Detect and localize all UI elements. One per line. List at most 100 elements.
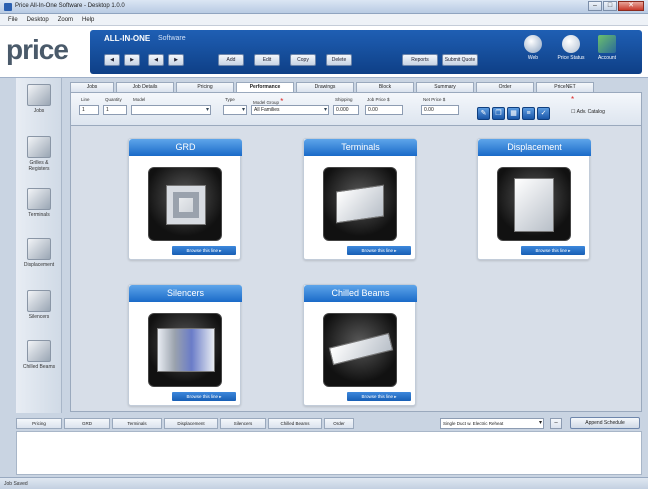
status-text: Job Saved [4, 481, 28, 487]
maximize-button[interactable]: □ [603, 1, 617, 11]
job-price-field[interactable]: 0.00 [365, 105, 403, 115]
bottom-tab-chilled-beams[interactable]: Chilled Beams [268, 418, 322, 429]
bottom-tab-displacement[interactable]: Displacement [164, 418, 218, 429]
sidebar-item-displacement[interactable]: Displacement [20, 238, 58, 268]
displacement-icon [27, 238, 51, 260]
tab-pricing[interactable]: Pricing [176, 82, 234, 92]
edit-button[interactable]: Edit [254, 54, 280, 66]
menu-bar: File Desktop Zoom Help [0, 14, 648, 26]
tab-jobs[interactable]: Jobs [70, 82, 114, 92]
terminal-unit-icon [323, 167, 397, 241]
schedule-panel [16, 431, 642, 475]
terminals-icon [27, 188, 51, 210]
type-select[interactable] [223, 105, 247, 115]
grilles-icon [27, 136, 51, 158]
status-bar: Job Saved [0, 477, 648, 489]
bottom-tab-order[interactable]: Order [324, 418, 354, 429]
menu-file[interactable]: File [8, 14, 18, 25]
price-status-icon [562, 35, 580, 53]
browse-chilled-beams-button[interactable]: Browse this line ▸ [347, 392, 411, 401]
model-label: Model [133, 97, 146, 102]
reports-button[interactable]: Reports [402, 54, 438, 66]
card-silencers[interactable]: Silencers Browse this line ▸ [128, 284, 242, 406]
silencer-icon [148, 313, 222, 387]
product-name: ALL-IN-ONE [104, 34, 151, 43]
sidebar-item-grilles[interactable]: Grilles & Registers [20, 136, 58, 172]
sidebar-item-chilled-beams[interactable]: Chilled Beams [20, 340, 58, 370]
quantity-label: Quantity [105, 97, 122, 102]
tool-button-5[interactable]: ✓ [537, 107, 550, 120]
adv-catalog-checkbox[interactable]: ☐ Adv. Catalog [571, 109, 605, 115]
grid-icon: ▦ [510, 110, 517, 117]
minimize-button[interactable]: – [588, 1, 602, 11]
tab-order[interactable]: Order [476, 82, 534, 92]
tab-drawings[interactable]: Drawings [296, 82, 354, 92]
minus-button[interactable]: – [550, 418, 562, 429]
bottom-tab-silencers[interactable]: Silencers [220, 418, 266, 429]
tab-performance[interactable]: Performance [236, 82, 294, 92]
window-title: Price All-In-One Software - Desktop 1.0.… [15, 3, 125, 9]
account-button[interactable]: Account [592, 35, 622, 61]
model-select[interactable] [131, 105, 211, 115]
card-chilled-beams[interactable]: Chilled Beams Browse this line ▸ [303, 284, 417, 406]
next-record-button[interactable]: ▶ [124, 54, 140, 66]
price-logo: price [6, 34, 69, 65]
brand-bar: price ALL-IN-ONE Software ◀ ▶ ◀ ▶ Add Ed… [0, 26, 648, 78]
net-price-label: Net Price $ [423, 97, 446, 102]
sidebar-item-jobs[interactable]: Jobs [20, 84, 58, 114]
sidebar-item-silencers[interactable]: Silencers [20, 290, 58, 320]
shipping-field[interactable]: 0.000 [333, 105, 359, 115]
sidebar-item-terminals[interactable]: Terminals [20, 188, 58, 218]
prev-button[interactable]: ◀ [148, 54, 164, 66]
price-status-button[interactable]: Price Status [556, 35, 586, 61]
quantity-field[interactable]: 1 [103, 105, 127, 115]
menu-zoom[interactable]: Zoom [58, 14, 73, 25]
menu-desktop[interactable]: Desktop [27, 14, 49, 25]
card-displacement[interactable]: Displacement Browse this line ▸ [477, 138, 591, 260]
copy-icon: ❐ [495, 110, 502, 117]
web-icon [524, 35, 542, 53]
net-price-field[interactable]: 0.00 [421, 105, 459, 115]
card-title: Displacement [478, 139, 591, 156]
tab-block[interactable]: Block [356, 82, 414, 92]
pencil-icon: ✎ [480, 110, 487, 117]
tab-pricenet[interactable]: PriceNET [536, 82, 594, 92]
browse-grd-button[interactable]: Browse this line ▸ [172, 246, 236, 255]
chilled-beams-icon [27, 340, 51, 362]
web-button[interactable]: Web [518, 35, 548, 61]
copy-button[interactable]: Copy [290, 54, 316, 66]
tab-summary[interactable]: Summary [416, 82, 474, 92]
append-schedule-button[interactable]: Append Schedule [570, 417, 640, 429]
tool-button-4[interactable]: ≡ [522, 107, 535, 120]
submit-quote-button[interactable]: Submit Quote [442, 54, 478, 66]
tab-job-details[interactable]: Job Details [116, 82, 174, 92]
close-button[interactable]: ✕ [618, 1, 644, 11]
browse-displacement-button[interactable]: Browse this line ▸ [521, 246, 585, 255]
list-icon: ≡ [526, 110, 531, 117]
add-button[interactable]: Add [218, 54, 244, 66]
tool-button-3[interactable]: ▦ [507, 107, 520, 120]
card-title: Chilled Beams [304, 285, 417, 302]
bottom-tab-terminals[interactable]: Terminals [112, 418, 162, 429]
browse-silencers-button[interactable]: Browse this line ▸ [172, 392, 236, 401]
browse-terminals-button[interactable]: Browse this line ▸ [347, 246, 411, 255]
bottom-tab-pricing[interactable]: Pricing [16, 418, 62, 429]
pencil-button[interactable]: ✎ [477, 107, 490, 120]
tool-button-2[interactable]: ❐ [492, 107, 505, 120]
card-terminals[interactable]: Terminals Browse this line ▸ [303, 138, 417, 260]
model-group-select[interactable]: All Families [251, 105, 329, 115]
menu-help[interactable]: Help [82, 14, 94, 25]
shipping-label: Shipping [335, 97, 353, 102]
line-field[interactable]: 1 [79, 105, 99, 115]
bottom-tabs: Pricing GRD Terminals Displacement Silen… [16, 418, 642, 430]
schedule-type-select[interactable]: Single Duct w. Electric Reheat [440, 418, 544, 429]
product-subtitle: Software [158, 35, 186, 42]
last-button[interactable]: ▶ [168, 54, 184, 66]
card-grd[interactable]: GRD Browse this line ▸ [128, 138, 242, 260]
app-icon [4, 3, 12, 11]
delete-button[interactable]: Delete [326, 54, 352, 66]
chilled-beam-icon [323, 313, 397, 387]
first-record-button[interactable]: ◀ [104, 54, 120, 66]
bottom-tab-grd[interactable]: GRD [64, 418, 110, 429]
job-price-label: Job Price $ [367, 97, 390, 102]
